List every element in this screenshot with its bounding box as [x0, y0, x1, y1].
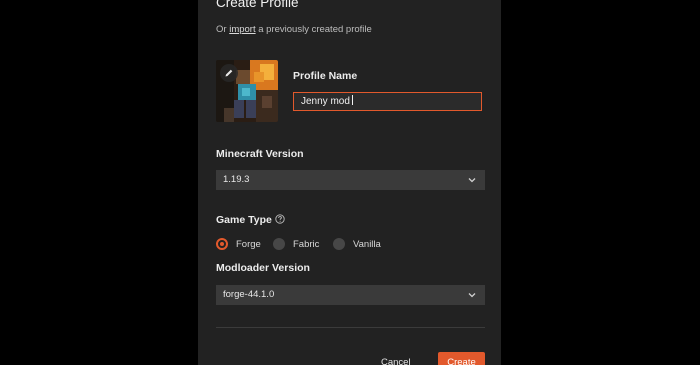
create-button[interactable]: Create [438, 352, 485, 365]
radio-forge-label: Forge [236, 238, 261, 250]
question-circle-icon[interactable] [275, 214, 285, 224]
modloader-version-value: forge-44.1.0 [223, 289, 275, 300]
profile-name-value: Jenny mod [301, 96, 350, 107]
cancel-button[interactable]: Cancel [381, 357, 411, 365]
subtitle-prefix: Or [216, 24, 230, 35]
radio-fabric[interactable]: Fabric [273, 236, 319, 252]
footer-divider [216, 327, 485, 328]
minecraft-version-select[interactable]: 1.19.3 [216, 170, 485, 190]
chevron-down-icon [468, 293, 476, 298]
text-caret [351, 95, 353, 105]
radio-vanilla[interactable]: Vanilla [333, 236, 381, 252]
game-type-radio-group: Forge Fabric Vanilla [216, 236, 486, 252]
radio-vanilla-label: Vanilla [353, 238, 381, 250]
game-type-label: Game Type [216, 214, 285, 226]
chevron-down-icon [468, 178, 476, 183]
radio-fabric-indicator [273, 238, 285, 250]
dialog-subtitle: Or import a previously created profile [216, 24, 372, 35]
minecraft-version-value: 1.19.3 [223, 174, 250, 185]
radio-vanilla-indicator [333, 238, 345, 250]
radio-forge-indicator [216, 238, 228, 250]
create-profile-dialog: Create Profile Or import a previously cr… [198, 0, 501, 365]
radio-fabric-label: Fabric [293, 238, 320, 250]
profile-name-label: Profile Name [293, 70, 358, 82]
pencil-icon [225, 69, 233, 77]
minecraft-version-label: Minecraft Version [216, 148, 304, 160]
modloader-version-select[interactable]: forge-44.1.0 [216, 285, 485, 305]
dialog-title: Create Profile [216, 0, 299, 10]
modloader-version-label: Modloader Version [216, 262, 310, 274]
edit-icon-button[interactable] [220, 64, 238, 82]
radio-forge[interactable]: Forge [216, 236, 261, 252]
import-link[interactable]: import [229, 24, 255, 35]
profile-icon-image[interactable] [216, 60, 278, 122]
game-type-label-text: Game Type [216, 214, 272, 226]
subtitle-suffix: a previously created profile [255, 24, 372, 35]
profile-name-input[interactable]: Jenny mod [293, 92, 482, 111]
